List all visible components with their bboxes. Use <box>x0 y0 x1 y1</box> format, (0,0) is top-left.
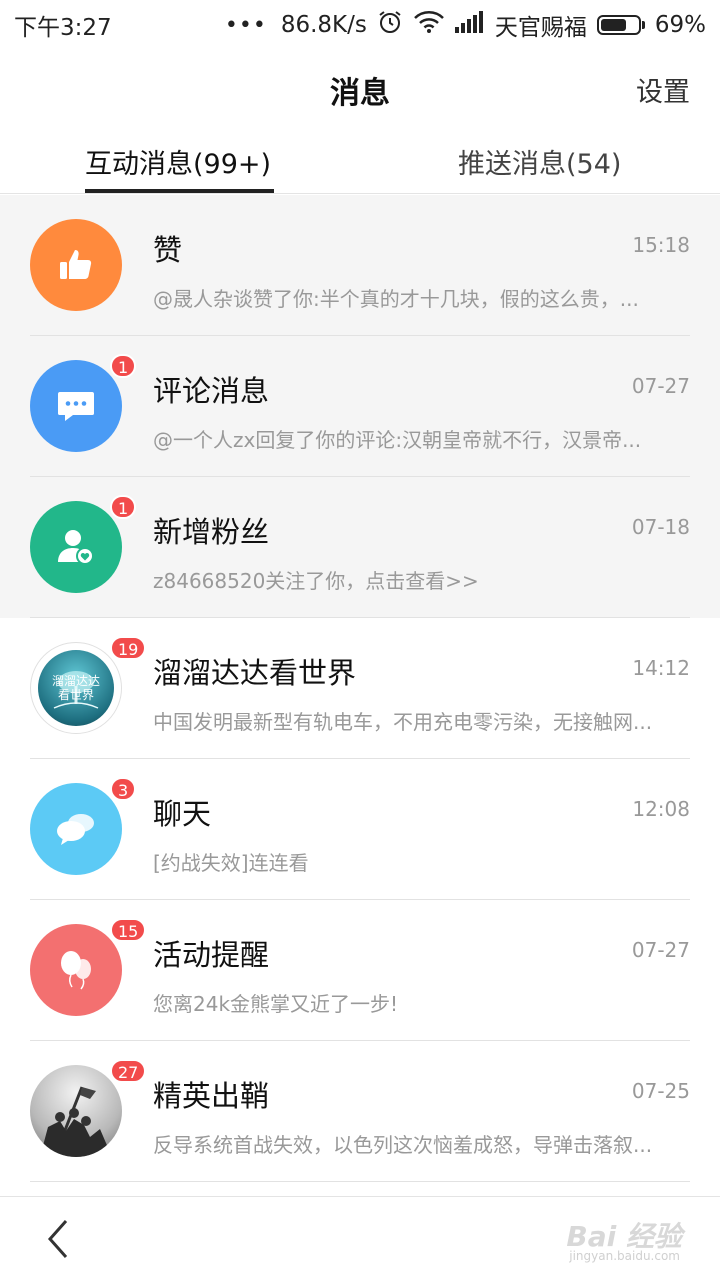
status-time: 下午3:27 <box>14 15 112 41</box>
item-time: 15:18 <box>632 233 690 257</box>
battery-percent: 69% <box>654 12 706 38</box>
new-follower-icon <box>30 501 122 593</box>
item-preview: @一个人zx回复了你的评论:汉朝皇帝就不行，汉景帝... <box>153 428 642 452</box>
item-preview: [约战失效]连连看 <box>153 851 309 875</box>
unread-badge: 1 <box>110 495 137 519</box>
list-item-elite[interactable]: 27 精英出鞘 07-25 反导系统首战失效，以色列这次恼羞成怒，导弹击落叙..… <box>0 1041 720 1182</box>
list-item-channel[interactable]: 溜溜达达看世界 19 溜溜达达看世界 14:12 中国发明最新型有轨电车，不用充… <box>0 618 720 759</box>
item-preview: @晟人杂谈赞了你:半个真的才十几块，假的这么贵，... <box>153 287 639 311</box>
list-item-new-followers[interactable]: 1 新增粉丝 07-18 z84668520关注了你，点击查看>> <box>0 477 720 618</box>
title-bar: 消息 设置 <box>0 50 720 128</box>
active-tab-indicator <box>85 189 274 193</box>
thumbs-up-icon <box>30 219 122 311</box>
item-time: 07-27 <box>631 938 690 962</box>
chat-bubbles-icon <box>30 783 122 875</box>
tab-push-messages[interactable]: 推送消息(54) <box>458 142 621 181</box>
item-time: 14:12 <box>632 656 690 680</box>
item-preview: 中国发明最新型有轨电车，不用充电零污染，无接触网... <box>153 710 653 734</box>
item-time: 07-18 <box>631 515 690 539</box>
alarm-icon <box>377 9 403 41</box>
item-name: 溜溜达达看世界 <box>153 656 357 690</box>
item-name: 评论消息 <box>153 374 270 408</box>
wifi-icon <box>413 10 445 40</box>
unread-badge: 15 <box>110 918 147 942</box>
settings-button[interactable]: 设置 <box>636 70 690 109</box>
unread-badge: 27 <box>110 1059 147 1083</box>
item-time: 07-25 <box>631 1079 690 1103</box>
item-name: 新增粉丝 <box>153 515 270 549</box>
item-name: 赞 <box>153 233 183 267</box>
divider <box>30 1181 690 1182</box>
soldiers-photo-icon <box>30 1065 122 1157</box>
unread-badge: 3 <box>110 777 137 801</box>
network-speed: 86.8K/s <box>280 12 367 38</box>
balloons-icon <box>30 924 122 1016</box>
item-preview: 您离24k金熊掌又近了一步! <box>153 992 399 1016</box>
unread-badge: 19 <box>110 636 147 660</box>
page-title: 消息 <box>330 76 390 111</box>
list-item-chat[interactable]: 3 聊天 12:08 [约战失效]连连看 <box>0 759 720 900</box>
message-list: 赞 15:18 @晟人杂谈赞了你:半个真的才十几块，假的这么贵，... 1 评论… <box>0 195 720 1182</box>
list-item-likes[interactable]: 赞 15:18 @晟人杂谈赞了你:半个真的才十几块，假的这么贵，... <box>0 195 720 336</box>
item-name: 活动提醒 <box>153 938 270 972</box>
item-name: 精英出鞘 <box>153 1079 270 1113</box>
item-name: 聊天 <box>153 797 212 831</box>
status-bar: 下午3:27 ••• 86.8K/s 天官赐福 69% <box>0 0 720 50</box>
watermark-url: jingyan.baidu.com <box>569 1249 680 1263</box>
battery-icon <box>596 15 645 35</box>
list-item-activity[interactable]: 15 活动提醒 07-27 您离24k金熊掌又近了一步! <box>0 900 720 1041</box>
comment-icon <box>30 360 122 452</box>
status-dots: ••• <box>224 12 267 38</box>
item-preview: z84668520关注了你，点击查看>> <box>153 569 479 593</box>
item-time: 07-27 <box>631 374 690 398</box>
carrier-name: 天官赐福 <box>494 15 587 41</box>
avatar-text: 溜溜达达看世界 <box>51 674 100 702</box>
bottom-bar: Bai 经验 jingyan.baidu.com <box>0 1196 720 1280</box>
back-arrow-icon[interactable] <box>40 1217 80 1261</box>
tab-interaction-messages[interactable]: 互动消息(99+) <box>85 142 271 181</box>
item-preview: 反导系统首战失效，以色列这次恼羞成怒，导弹击落叙... <box>153 1133 653 1157</box>
unread-badge: 1 <box>110 354 137 378</box>
tree-avatar-icon: 溜溜达达看世界 <box>30 642 122 734</box>
tab-bar: 互动消息(99+) 推送消息(54) <box>0 128 720 194</box>
signal-icon <box>454 11 485 39</box>
item-time: 12:08 <box>632 797 690 821</box>
list-item-comments[interactable]: 1 评论消息 07-27 @一个人zx回复了你的评论:汉朝皇帝就不行，汉景帝..… <box>0 336 720 477</box>
